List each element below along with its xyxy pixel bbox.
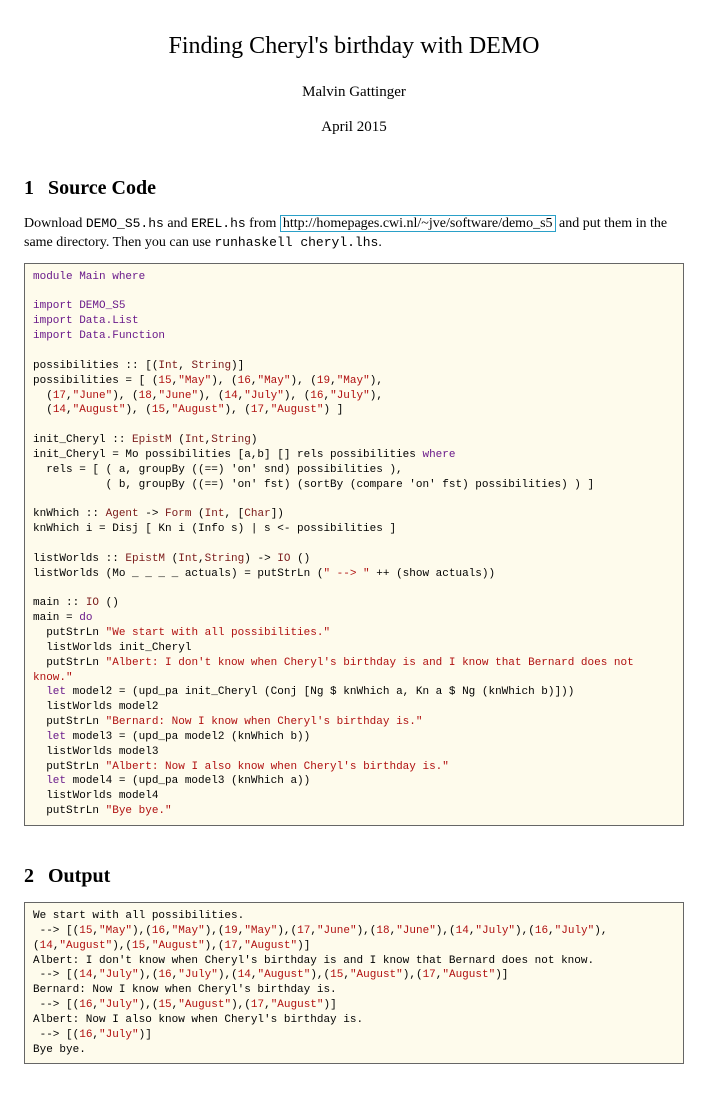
filename-1: DEMO_S5.hs xyxy=(86,216,164,231)
code-line: putStrLn "Albert: Now I also know when C… xyxy=(33,761,449,773)
section-1-number: 1 xyxy=(24,174,34,202)
code-line: let model4 = (upd_pa model3 (knWhich a)) xyxy=(33,775,310,787)
section-2-title: Output xyxy=(48,865,110,887)
para-text: Download xyxy=(24,216,86,231)
code-line: let model2 = (upd_pa init_Cheryl (Conj [… xyxy=(33,686,574,698)
code-line: (17,"June"), (18,"June"), (14,"July"), (… xyxy=(33,390,383,402)
output-line: --> [(16,"July")] xyxy=(33,1029,152,1041)
section-1-heading: 1 Source Code xyxy=(24,174,684,202)
code-line: possibilities :: [(Int, String)] xyxy=(33,360,244,372)
code-line: listWorlds model3 xyxy=(33,746,158,758)
code-line: main = do xyxy=(33,612,92,624)
code-line: import Data.List xyxy=(33,315,139,327)
code-line: putStrLn "We start with all possibilitie… xyxy=(33,627,330,639)
output-line: Bye bye. xyxy=(33,1044,86,1056)
code-line: listWorlds model4 xyxy=(33,790,158,802)
code-line: init_Cheryl :: EpistM (Int,String) xyxy=(33,434,257,446)
code-line: listWorlds model2 xyxy=(33,701,158,713)
run-command: runhaskell cheryl.lhs xyxy=(215,235,379,250)
code-line: init_Cheryl = Mo possibilities [a,b] [] … xyxy=(33,449,455,461)
output-line: --> [(14,"July"),(16,"July"),(14,"August… xyxy=(33,969,508,981)
code-line: knWhich :: Agent -> Form (Int, [Char]) xyxy=(33,508,284,520)
code-line: import Data.Function xyxy=(33,330,165,342)
section-2-heading: 2 Output xyxy=(24,862,684,890)
output-line: --> [(15,"May"),(16,"May"),(19,"May"),(1… xyxy=(33,925,607,952)
filename-2: EREL.hs xyxy=(191,216,246,231)
output-line: We start with all possibilities. xyxy=(33,910,244,922)
code-line: putStrLn "Albert: I don't know when Cher… xyxy=(33,657,640,684)
para-text: and xyxy=(164,216,191,231)
document-title: Finding Cheryl's birthday with DEMO xyxy=(24,30,684,64)
download-link[interactable]: http://homepages.cwi.nl/~jve/software/de… xyxy=(280,215,556,232)
code-line: listWorlds :: EpistM (Int,String) -> IO … xyxy=(33,553,310,565)
section-1-title: Source Code xyxy=(48,177,156,199)
code-line: rels = [ ( a, groupBy ((==) 'on' snd) po… xyxy=(33,464,403,476)
code-line: let model3 = (upd_pa model2 (knWhich b)) xyxy=(33,731,310,743)
section-1-paragraph: Download DEMO_S5.hs and EREL.hs from htt… xyxy=(24,214,684,253)
output-line: Albert: I don't know when Cheryl's birth… xyxy=(33,955,594,967)
code-line: putStrLn "Bye bye." xyxy=(33,805,172,817)
output-line: Albert: Now I also know when Cheryl's bi… xyxy=(33,1014,363,1026)
code-line: (14,"August"), (15,"August"), (17,"Augus… xyxy=(33,404,343,416)
output-line: --> [(16,"July"),(15,"August"),(17,"Augu… xyxy=(33,999,337,1011)
code-line: knWhich i = Disj [ Kn i (Info s) | s <- … xyxy=(33,523,396,535)
code-line: listWorlds init_Cheryl xyxy=(33,642,191,654)
code-line: module Main where xyxy=(33,271,145,283)
code-line: putStrLn "Bernard: Now I know when Chery… xyxy=(33,716,422,728)
code-line: possibilities = [ (15,"May"), (16,"May")… xyxy=(33,375,383,387)
document-date: April 2015 xyxy=(24,117,684,138)
code-line: listWorlds (Mo _ _ _ _ actuals) = putStr… xyxy=(33,568,495,580)
output-line: Bernard: Now I know when Cheryl's birthd… xyxy=(33,984,337,996)
code-line: main :: IO () xyxy=(33,597,119,609)
code-line: ( b, groupBy ((==) 'on' fst) (sortBy (co… xyxy=(33,479,594,491)
source-code-block: module Main where import DEMO_S5 import … xyxy=(24,263,684,826)
section-2-number: 2 xyxy=(24,862,34,890)
document-author: Malvin Gattinger xyxy=(24,82,684,103)
para-text: . xyxy=(378,235,382,250)
code-line: import DEMO_S5 xyxy=(33,300,125,312)
output-code-block: We start with all possibilities. --> [(1… xyxy=(24,902,684,1064)
para-text: from xyxy=(246,216,280,231)
